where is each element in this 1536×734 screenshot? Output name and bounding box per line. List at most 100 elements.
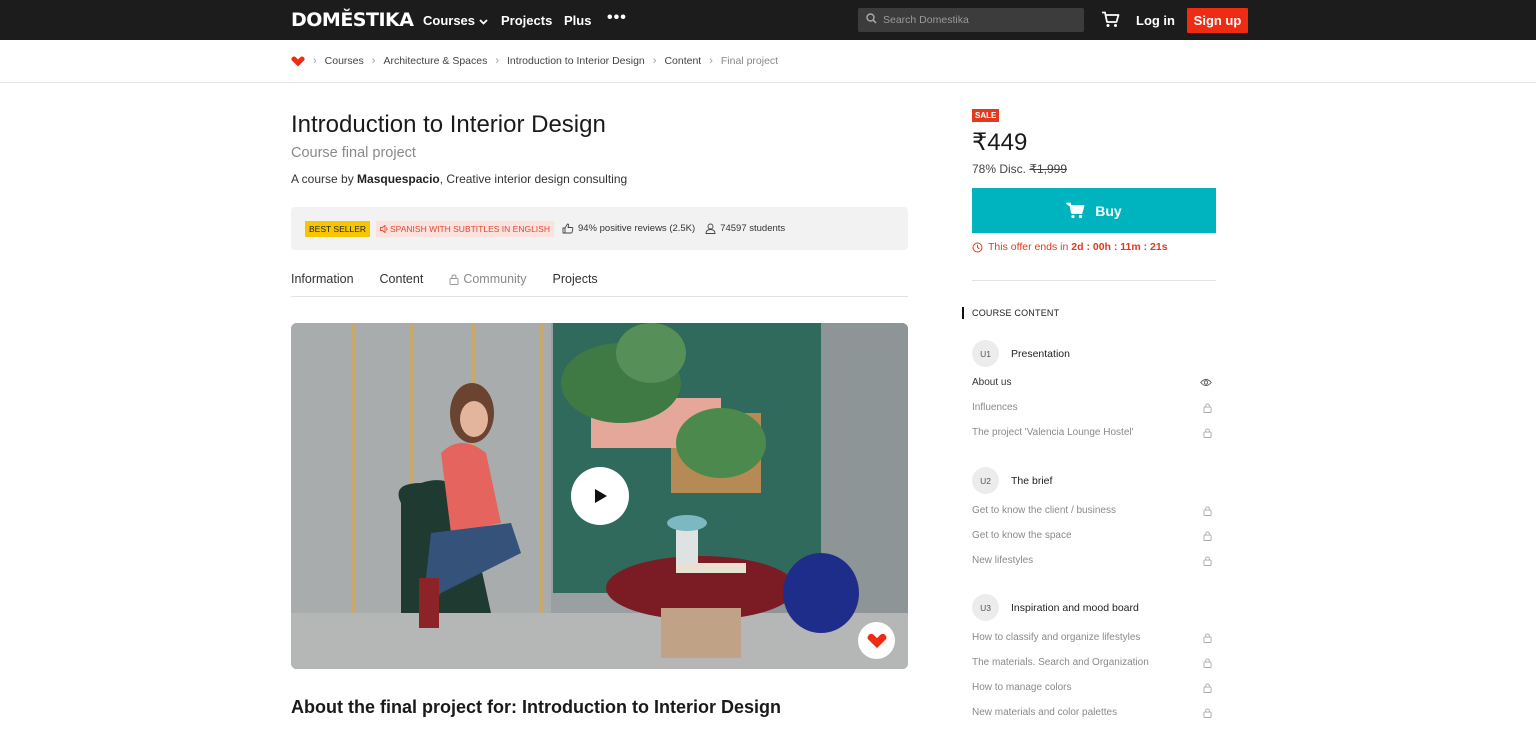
course-title: Introduction to Interior Design <box>291 111 606 138</box>
lock-icon <box>449 274 459 285</box>
students-stat: 74597 students <box>705 223 785 234</box>
unit-3-header[interactable]: U3 Inspiration and mood board <box>972 594 1139 621</box>
lesson-title: The materials. Search and Organization <box>972 657 1149 668</box>
course-content-heading: COURSE CONTENT <box>972 308 1060 318</box>
lesson-item[interactable]: Influences <box>972 402 1216 413</box>
lock-icon <box>1203 657 1212 668</box>
byline-prefix: A course by <box>291 172 358 186</box>
lesson-title: Get to know the space <box>972 530 1072 541</box>
lesson-item[interactable]: About us <box>972 377 1216 388</box>
old-price: ₹1,999 <box>1029 162 1068 176</box>
clock-icon <box>972 242 983 253</box>
play-icon <box>592 488 608 504</box>
lesson-title: New materials and color palettes <box>972 707 1118 718</box>
lock-icon <box>1203 632 1212 643</box>
tab-projects[interactable]: Projects <box>553 272 598 296</box>
breadcrumb: › Courses › Architecture & Spaces › Intr… <box>291 55 778 67</box>
byline-suffix: , Creative interior design consulting <box>439 172 628 186</box>
signup-button[interactable]: Sign up <box>1187 8 1248 33</box>
section-marker <box>962 307 964 319</box>
unit-title: The brief <box>1011 474 1053 487</box>
breadcrumb-courses[interactable]: Courses <box>325 55 364 67</box>
more-menu-icon[interactable]: ••• <box>607 9 627 27</box>
home-logo-icon[interactable] <box>291 56 305 67</box>
lesson-title: How to manage colors <box>972 682 1072 693</box>
lesson-title: New lifestyles <box>972 555 1034 566</box>
courses-menu-label: Courses <box>423 13 476 28</box>
language-badge-label: SPANISH WITH SUBTITLES IN ENGLISH <box>390 223 550 234</box>
chevron-right-icon: › <box>371 55 376 67</box>
cart-icon[interactable] <box>1101 11 1120 33</box>
course-tabs: Information Content Community Projects <box>291 272 908 297</box>
lesson-item[interactable]: New lifestyles <box>972 555 1216 566</box>
lesson-item[interactable]: How to classify and organize lifestyles <box>972 632 1216 643</box>
lock-icon <box>1203 505 1212 516</box>
lock-icon <box>1203 530 1212 541</box>
breadcrumb-course[interactable]: Introduction to Interior Design <box>507 55 645 67</box>
play-button[interactable] <box>571 467 629 525</box>
lesson-title: Influences <box>972 402 1018 413</box>
projects-link[interactable]: Projects <box>501 13 552 28</box>
lock-icon <box>1203 682 1212 693</box>
lesson-title: About us <box>972 377 1012 388</box>
lesson-item[interactable]: The project 'Valencia Lounge Hostel' <box>972 427 1216 438</box>
unit-2-header[interactable]: U2 The brief <box>972 467 1052 494</box>
final-project-heading: About the final project for: Introductio… <box>291 697 781 717</box>
breadcrumb-final-project: Final project <box>720 55 779 67</box>
lesson-item[interactable]: How to manage colors <box>972 682 1216 693</box>
user-icon <box>705 223 716 234</box>
discount-text: 78% Disc. <box>972 162 1030 176</box>
breadcrumb-bar: › Courses › Architecture & Spaces › Intr… <box>0 40 1536 83</box>
divider <box>972 280 1216 281</box>
sale-badge: SALE <box>972 109 1000 122</box>
lock-icon <box>1203 402 1212 413</box>
chevron-right-icon: › <box>709 55 713 67</box>
unit-number: U2 <box>972 467 999 494</box>
unit-number: U3 <box>972 594 999 621</box>
tab-community[interactable]: Community <box>449 272 527 296</box>
offer-countdown: This offer ends in 2d : 00h : 11m : 21s <box>972 241 1168 253</box>
reviews-text: 94% positive reviews (2.5K) <box>577 223 696 234</box>
students-text: 74597 students <box>720 223 786 234</box>
course-stats-bar: BEST SELLER SPANISH WITH SUBTITLES IN EN… <box>291 207 908 250</box>
author-link[interactable]: Masquespacio <box>357 172 440 186</box>
unit-number: U1 <box>972 340 999 367</box>
lesson-title: How to classify and organize lifestyles <box>972 632 1141 643</box>
lesson-item[interactable]: Get to know the space <box>972 530 1216 541</box>
chevron-right-icon: › <box>495 55 500 67</box>
lesson-title: The project 'Valencia Lounge Hostel' <box>972 427 1134 438</box>
unit-1-header[interactable]: U1 Presentation <box>972 340 1070 367</box>
unit-title: Inspiration and mood board <box>1011 601 1139 614</box>
language-badge: SPANISH WITH SUBTITLES IN ENGLISH <box>376 220 554 237</box>
speaker-icon <box>380 224 389 233</box>
tab-community-label: Community <box>463 272 527 286</box>
courses-menu[interactable]: Courses <box>423 13 488 28</box>
reviews-stat: 94% positive reviews (2.5K) <box>562 223 695 234</box>
domestika-watermark-icon <box>858 622 895 659</box>
cart-icon <box>1066 202 1085 219</box>
lesson-item[interactable]: New materials and color palettes <box>972 707 1216 718</box>
unit-title: Presentation <box>1011 347 1070 360</box>
breadcrumb-content[interactable]: Content <box>664 55 701 67</box>
search-icon <box>866 11 877 29</box>
offer-text: This offer ends in <box>988 241 1072 253</box>
search-input[interactable] <box>883 14 1073 26</box>
tab-information[interactable]: Information <box>291 272 354 296</box>
breadcrumb-architecture[interactable]: Architecture & Spaces <box>383 55 487 67</box>
domestika-logo[interactable]: DOMĔSTIKA <box>291 9 414 31</box>
lesson-title: Get to know the client / business <box>972 505 1116 516</box>
top-navbar: DOMĔSTIKA Courses Projects Plus ••• Log … <box>0 0 1536 40</box>
lesson-item[interactable]: The materials. Search and Organization <box>972 657 1216 668</box>
plus-link[interactable]: Plus <box>564 13 591 28</box>
search-box[interactable] <box>858 8 1084 32</box>
course-byline: A course by Masquespacio, Creative inter… <box>291 172 627 186</box>
buy-button[interactable]: Buy <box>972 188 1216 233</box>
tab-content[interactable]: Content <box>380 272 424 296</box>
course-price: ₹449 <box>972 129 1028 156</box>
course-video-player[interactable] <box>291 323 908 669</box>
lesson-item[interactable]: Get to know the client / business <box>972 505 1216 516</box>
discount-info: 78% Disc. ₹1,999 <box>972 162 1067 176</box>
eye-icon <box>1200 378 1212 387</box>
lock-icon <box>1203 707 1212 718</box>
login-link[interactable]: Log in <box>1136 13 1175 28</box>
